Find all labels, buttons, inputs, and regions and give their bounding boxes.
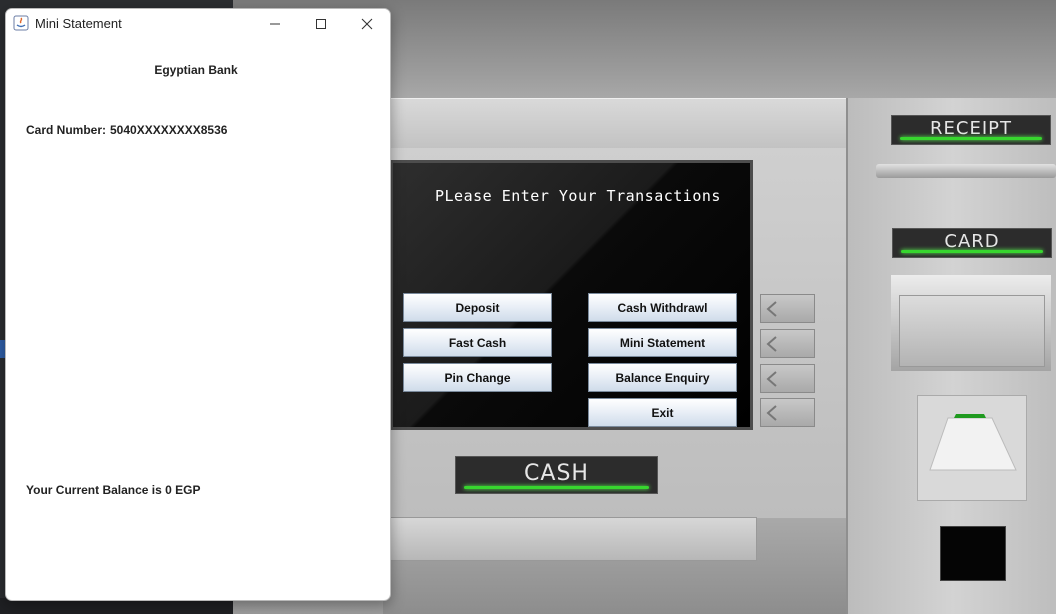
card-label-text: CARD (944, 231, 1000, 252)
side-key-4[interactable] (760, 398, 815, 427)
receipt-label: RECEIPT (891, 115, 1051, 145)
receipt-slot (876, 164, 1056, 178)
chevron-left-icon (766, 336, 777, 352)
window-title: Mini Statement (35, 16, 122, 31)
atm-top-panel (383, 98, 846, 149)
maximize-icon (316, 18, 326, 29)
card-reader-icon (929, 414, 1017, 471)
close-icon (361, 18, 373, 29)
deposit-button[interactable]: Deposit (403, 293, 552, 322)
card-number-label: Card Number: (26, 123, 107, 137)
side-key-2[interactable] (760, 329, 815, 358)
chevron-left-icon (766, 405, 777, 421)
cash-label: CASH (455, 456, 658, 494)
receipt-indicator-light (900, 137, 1042, 140)
side-key-3[interactable] (760, 364, 815, 393)
cash-withdrawl-button[interactable]: Cash Withdrawl (588, 293, 737, 322)
java-app-icon (13, 15, 29, 31)
mini-statement-button[interactable]: Mini Statement (588, 328, 737, 357)
exit-button[interactable]: Exit (588, 398, 737, 427)
side-key-1[interactable] (760, 294, 815, 323)
card-slot (891, 275, 1051, 371)
card-reader (917, 395, 1027, 501)
bank-name: Egyptian Bank (154, 63, 238, 77)
title-bar: Mini Statement (6, 9, 390, 38)
fast-cash-button[interactable]: Fast Cash (403, 328, 552, 357)
minimize-button[interactable] (252, 9, 298, 38)
keypad-box (940, 526, 1006, 581)
screen-title: PLease Enter Your Transactions (435, 187, 721, 205)
balance-enquiry-button[interactable]: Balance Enquiry (588, 363, 737, 392)
mini-statement-window: Mini Statement Egyptian Bank Card Number… (5, 8, 391, 601)
chevron-left-icon (766, 301, 777, 317)
receipt-label-text: RECEIPT (930, 118, 1012, 139)
close-button[interactable] (344, 9, 390, 38)
card-label: CARD (892, 228, 1052, 258)
maximize-button[interactable] (298, 9, 344, 38)
chevron-left-icon (766, 371, 777, 387)
current-balance-text: Your Current Balance is 0 EGP (26, 483, 201, 497)
card-indicator-light (901, 250, 1043, 253)
cash-indicator-light (464, 486, 649, 489)
cash-dispenser-slot (389, 517, 757, 561)
cash-label-text: CASH (524, 461, 589, 486)
card-number-value: 5040XXXXXXXX8536 (110, 123, 228, 137)
pin-change-button[interactable]: Pin Change (403, 363, 552, 392)
minimize-icon (270, 23, 280, 24)
